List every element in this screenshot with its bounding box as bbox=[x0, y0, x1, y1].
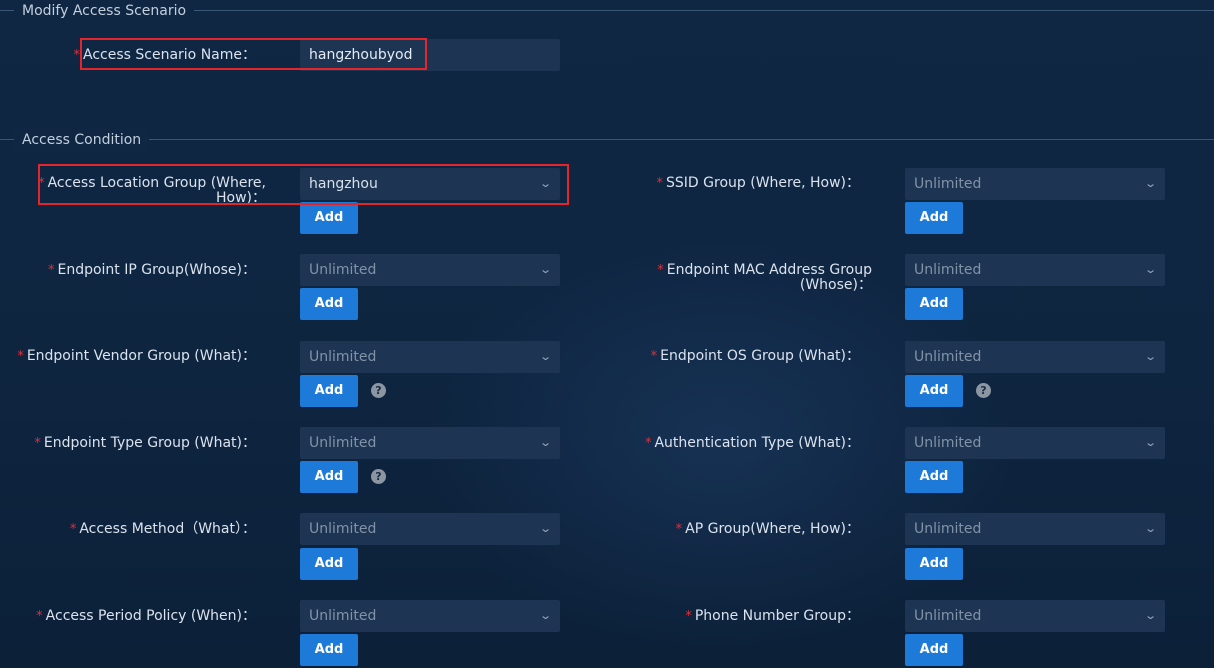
endpoint-vendor-group-label: * Endpoint Vendor Group (What)： bbox=[17, 348, 256, 364]
authentication-type-select[interactable]: Unlimited ⌄ bbox=[905, 427, 1165, 459]
endpoint-type-help-icon[interactable]: ? bbox=[371, 469, 386, 484]
ap-group-label: * AP Group(Where, How)： bbox=[675, 521, 860, 537]
required-asterisk-icon: * bbox=[650, 349, 658, 364]
endpoint-type-group-select[interactable]: Unlimited ⌄ bbox=[300, 427, 560, 459]
chevron-down-icon: ⌄ bbox=[538, 522, 552, 535]
chevron-down-icon: ⌄ bbox=[1143, 436, 1157, 449]
access-period-policy-select[interactable]: Unlimited ⌄ bbox=[300, 600, 560, 632]
endpoint-ip-group-label: * Endpoint IP Group(Whose)： bbox=[47, 262, 256, 278]
location-group-select[interactable]: hangzhou ⌄ bbox=[300, 168, 560, 200]
access-method-select[interactable]: Unlimited ⌄ bbox=[300, 513, 560, 545]
chevron-down-icon: ⌄ bbox=[538, 263, 552, 276]
endpoint-os-group-label: * Endpoint OS Group (What)： bbox=[650, 348, 860, 364]
location-group-label: * Access Location Group (Where, How)： bbox=[38, 175, 266, 206]
required-asterisk-icon: * bbox=[657, 263, 664, 278]
endpoint-os-help-icon[interactable]: ? bbox=[976, 383, 991, 398]
endpoint-vendor-help-icon[interactable]: ? bbox=[371, 383, 386, 398]
endpoint-vendor-group-select[interactable]: Unlimited ⌄ bbox=[300, 341, 560, 373]
endpoint-ip-group-select[interactable]: Unlimited ⌄ bbox=[300, 254, 560, 286]
chevron-down-icon: ⌄ bbox=[538, 609, 552, 622]
required-asterisk-icon: * bbox=[656, 176, 664, 191]
endpoint-mac-group-label: * Endpoint MAC Address Group (Whose)： bbox=[657, 262, 872, 293]
required-asterisk-icon: * bbox=[644, 436, 652, 451]
authentication-type-add-button[interactable]: Add bbox=[905, 461, 963, 493]
endpoint-os-group-select[interactable]: Unlimited ⌄ bbox=[905, 341, 1165, 373]
access-method-label: * Access Method（What）： bbox=[69, 521, 256, 537]
phone-number-group-select[interactable]: Unlimited ⌄ bbox=[905, 600, 1165, 632]
ssid-group-add-button[interactable]: Add bbox=[905, 202, 963, 234]
required-asterisk-icon: * bbox=[685, 609, 692, 624]
ap-group-add-button[interactable]: Add bbox=[905, 548, 963, 580]
chevron-down-icon: ⌄ bbox=[538, 177, 552, 190]
required-asterisk-icon: * bbox=[69, 522, 77, 537]
section-divider bbox=[0, 139, 1214, 140]
required-asterisk-icon: * bbox=[38, 176, 45, 191]
modify-scenario-title: Modify Access Scenario bbox=[14, 0, 195, 22]
scenario-name-label: * Access Scenario Name： bbox=[73, 47, 257, 63]
scenario-name-input[interactable]: hangzhoubyod bbox=[300, 39, 560, 71]
endpoint-mac-group-add-button[interactable]: Add bbox=[905, 288, 963, 320]
chevron-down-icon: ⌄ bbox=[1143, 350, 1157, 363]
access-condition-title: Access Condition bbox=[14, 129, 150, 151]
endpoint-mac-group-select[interactable]: Unlimited ⌄ bbox=[905, 254, 1165, 286]
chevron-down-icon: ⌄ bbox=[1143, 177, 1157, 190]
phone-number-group-add-button[interactable]: Add bbox=[905, 634, 963, 666]
required-asterisk-icon: * bbox=[17, 349, 24, 364]
location-group-add-button[interactable]: Add bbox=[300, 202, 358, 234]
chevron-down-icon: ⌄ bbox=[1143, 522, 1157, 535]
access-condition-section-header: Access Condition bbox=[0, 129, 1214, 151]
required-asterisk-icon: * bbox=[47, 263, 55, 278]
endpoint-ip-group-add-button[interactable]: Add bbox=[300, 288, 358, 320]
required-asterisk-icon: * bbox=[675, 522, 683, 537]
endpoint-type-group-add-button[interactable]: Add bbox=[300, 461, 358, 493]
modify-scenario-section-header: Modify Access Scenario bbox=[0, 0, 1214, 22]
access-method-add-button[interactable]: Add bbox=[300, 548, 358, 580]
chevron-down-icon: ⌄ bbox=[1143, 263, 1157, 276]
chevron-down-icon: ⌄ bbox=[538, 350, 552, 363]
required-asterisk-icon: * bbox=[73, 48, 81, 63]
required-asterisk-icon: * bbox=[34, 436, 41, 451]
access-period-policy-add-button[interactable]: Add bbox=[300, 634, 358, 666]
endpoint-type-group-label: * Endpoint Type Group (What)： bbox=[34, 435, 256, 451]
endpoint-os-group-add-button[interactable]: Add bbox=[905, 375, 963, 407]
chevron-down-icon: ⌄ bbox=[1143, 609, 1157, 622]
phone-number-group-label: * Phone Number Group： bbox=[685, 608, 860, 624]
required-asterisk-icon: * bbox=[36, 609, 43, 624]
authentication-type-label: * Authentication Type (What)： bbox=[644, 435, 860, 451]
access-period-policy-label: * Access Period Policy (When)： bbox=[36, 608, 256, 624]
endpoint-vendor-group-add-button[interactable]: Add bbox=[300, 375, 358, 407]
ssid-group-select[interactable]: Unlimited ⌄ bbox=[905, 168, 1165, 200]
chevron-down-icon: ⌄ bbox=[538, 436, 552, 449]
ap-group-select[interactable]: Unlimited ⌄ bbox=[905, 513, 1165, 545]
ssid-group-label: * SSID Group (Where, How)： bbox=[656, 175, 860, 191]
